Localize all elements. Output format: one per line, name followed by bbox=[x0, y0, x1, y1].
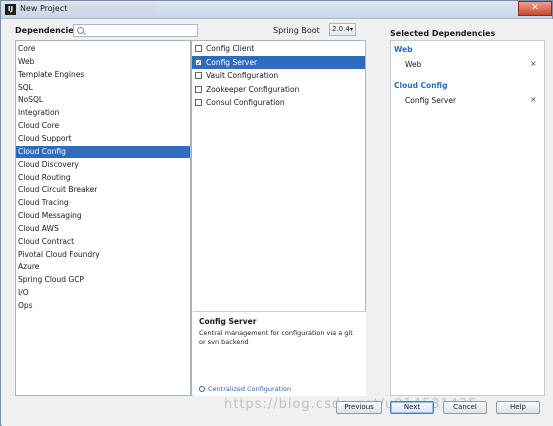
category-item[interactable]: Cloud Support bbox=[16, 133, 190, 145]
checkbox[interactable] bbox=[195, 99, 202, 106]
category-item[interactable]: Spring Cloud GCP bbox=[16, 274, 190, 286]
checkbox[interactable] bbox=[195, 85, 202, 93]
category-item[interactable]: Core bbox=[16, 43, 190, 55]
category-item[interactable]: Cloud Contract bbox=[16, 236, 190, 248]
category-item[interactable]: Cloud Circuit Breaker bbox=[16, 184, 190, 196]
category-item[interactable]: Ops bbox=[16, 300, 190, 312]
dependency-label: Config Server bbox=[206, 57, 258, 67]
dependency-item[interactable]: Config Server bbox=[192, 55, 365, 70]
checkbox[interactable] bbox=[195, 45, 202, 52]
dependency-label: Vault Configuration bbox=[206, 71, 279, 80]
title-blurred-text bbox=[67, 5, 157, 13]
category-item[interactable]: Template Engines bbox=[16, 69, 190, 81]
category-item[interactable]: Cloud Routing bbox=[16, 172, 190, 184]
selected-dependencies-pane: Web Web × Cloud Config Config Server × bbox=[390, 40, 545, 396]
category-item[interactable]: SQL bbox=[16, 82, 190, 94]
selected-group-header: Cloud Config bbox=[394, 81, 448, 90]
checkbox[interactable] bbox=[195, 57, 202, 70]
next-button[interactable]: Next bbox=[390, 401, 434, 414]
dependencies-label: Dependencies bbox=[15, 26, 79, 35]
category-item[interactable]: Cloud Messaging bbox=[16, 210, 190, 222]
category-item[interactable]: Pivotal Cloud Foundry bbox=[16, 249, 190, 261]
close-icon: ✕ bbox=[531, 3, 539, 13]
spring-boot-label: Spring Boot bbox=[273, 26, 320, 35]
dependency-list: Config Client Config Server Vault Configur… bbox=[191, 40, 366, 396]
chevron-down-icon: ▾ bbox=[349, 26, 353, 33]
remove-icon[interactable]: × bbox=[530, 59, 537, 68]
category-item[interactable]: Cloud Config bbox=[16, 145, 190, 158]
dependency-item[interactable]: Vault Configuration bbox=[192, 69, 365, 82]
spring-boot-version-select[interactable]: 2.0.4 ▾ bbox=[329, 23, 356, 36]
remove-icon[interactable]: × bbox=[530, 95, 537, 104]
selected-group-header: Web bbox=[394, 45, 413, 54]
description-title: Config Server bbox=[199, 317, 257, 326]
selected-dependency: Web bbox=[405, 60, 422, 69]
search-icon bbox=[77, 27, 84, 34]
dependency-label: Consul Configuration bbox=[206, 98, 285, 107]
selected-dependencies-title: Selected Dependencies bbox=[390, 29, 496, 38]
close-button[interactable]: ✕ bbox=[518, 1, 552, 16]
category-item[interactable]: I/O bbox=[16, 287, 190, 299]
category-item[interactable]: Web bbox=[16, 56, 190, 68]
description-link-label: Centralized Configuration bbox=[208, 385, 292, 393]
window-title: New Project bbox=[20, 4, 68, 13]
dependency-item[interactable]: Zookeeper Configuration bbox=[192, 83, 365, 96]
dependency-item[interactable]: Consul Configuration bbox=[192, 96, 365, 109]
search-input[interactable] bbox=[73, 24, 198, 37]
category-item[interactable]: Cloud Tracing bbox=[16, 197, 190, 209]
category-list: Core Web Template Engines SQL NoSQL Integrati… bbox=[15, 40, 191, 396]
guide-icon bbox=[199, 386, 205, 392]
spring-boot-version: 2.0.4 bbox=[332, 25, 350, 33]
category-item[interactable]: Cloud Core bbox=[16, 120, 190, 132]
description-pane: Config Server Central management for con… bbox=[193, 311, 366, 396]
cancel-button[interactable]: Cancel bbox=[443, 401, 487, 414]
category-item[interactable]: Cloud Discovery bbox=[16, 159, 190, 171]
selected-dependency: Config Server bbox=[405, 96, 457, 105]
intellij-icon: IJ bbox=[5, 4, 16, 15]
new-project-dialog: IJ New Project ✕ Dependencies Spring Boo… bbox=[0, 0, 553, 426]
dialog-content: Dependencies Spring Boot 2.0.4 ▾ Core Web… bbox=[2, 19, 553, 426]
description-text: Central management for configuration via… bbox=[199, 329, 353, 346]
dependency-label: Zookeeper Configuration bbox=[206, 84, 300, 94]
category-item[interactable]: Cloud AWS bbox=[16, 223, 190, 235]
category-item[interactable]: Integration bbox=[16, 107, 190, 119]
centralized-configuration-link[interactable]: Centralized Configuration bbox=[199, 385, 291, 393]
category-item[interactable]: Azure bbox=[16, 261, 190, 273]
dependency-label: Config Client bbox=[206, 44, 255, 53]
previous-button[interactable]: Previous bbox=[336, 401, 382, 414]
checkbox[interactable] bbox=[195, 72, 202, 79]
dependency-item[interactable]: Config Client bbox=[192, 42, 365, 55]
category-item[interactable]: NoSQL bbox=[16, 94, 190, 106]
help-button[interactable]: Help bbox=[496, 401, 540, 414]
title-bar: IJ New Project ✕ bbox=[1, 1, 552, 19]
